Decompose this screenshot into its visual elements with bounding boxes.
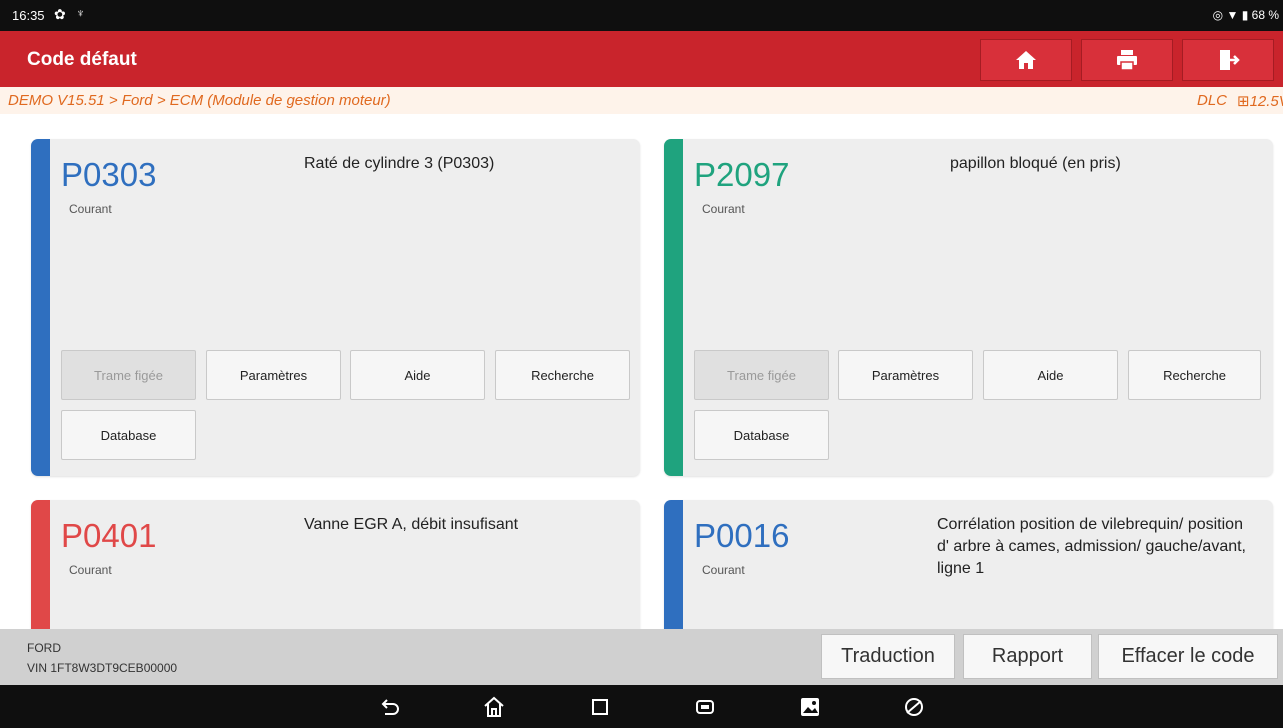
translate-button[interactable]: Traduction xyxy=(821,634,955,679)
dtc-code: P0303 xyxy=(61,156,157,193)
voltage-value: 12.5V xyxy=(1249,93,1283,110)
battery-icon: ▮ xyxy=(1241,8,1249,22)
clock: 16:35 xyxy=(12,8,45,23)
home-nav-button[interactable] xyxy=(482,695,506,719)
title-bar: Code défaut xyxy=(0,31,1283,87)
parameters-button[interactable]: Paramètres xyxy=(206,350,341,400)
help-button[interactable]: Aide xyxy=(350,350,485,400)
dtc-description: Vanne EGR A, débit insufisant xyxy=(304,516,519,533)
voltage-readout: ⊞12.5V xyxy=(1237,92,1283,110)
freeze-frame-button[interactable]: Trame figée xyxy=(694,350,829,400)
card-color-bar xyxy=(664,139,683,476)
home-outline-icon xyxy=(484,696,504,717)
help-button[interactable]: Aide xyxy=(983,350,1118,400)
home-icon xyxy=(1016,51,1036,69)
dtc-status: Courant xyxy=(702,202,745,216)
page-title: Code défaut xyxy=(27,49,137,70)
home-button[interactable] xyxy=(980,39,1072,81)
dtc-code: P2097 xyxy=(694,156,790,193)
exit-icon xyxy=(1220,50,1240,70)
image-icon xyxy=(801,698,819,716)
print-button[interactable] xyxy=(1081,39,1173,81)
status-bar: 16:35 ✿ ♆ ◎ ▼ ▮ 68 % xyxy=(0,0,1283,31)
freeze-frame-button[interactable]: Trame figée xyxy=(61,350,196,400)
status-right: ◎ ▼ ▮ 68 % xyxy=(1213,8,1279,22)
back-icon xyxy=(381,699,399,715)
printer-icon xyxy=(1117,50,1137,71)
dtc-status: Courant xyxy=(702,563,745,577)
stethoscope-icon: ♆ xyxy=(76,6,85,20)
dtc-card: P0303 Courant Raté de cylindre 3 (P0303)… xyxy=(31,139,640,476)
dtc-description: Corrélation position de vilebrequin/ pos… xyxy=(937,516,1246,577)
battery-level: 68 % xyxy=(1251,8,1279,22)
footer-bar: FORD VIN 1FT8W3DT9CEB00000 Traduction Ra… xyxy=(0,629,1283,685)
wifi-icon: ▼ xyxy=(1226,8,1239,22)
dtc-code: P0401 xyxy=(61,517,157,554)
breadcrumb-bar: DEMO V15.51 > Ford > ECM (Module de gest… xyxy=(0,87,1283,114)
vehicle-vin: VIN 1FT8W3DT9CEB00000 xyxy=(27,661,178,675)
dtc-description: papillon bloqué (en pris) xyxy=(950,155,1121,172)
database-button[interactable]: Database xyxy=(61,410,196,460)
square-icon xyxy=(592,699,608,715)
dtc-card: P2097 Courant papillon bloqué (en pris) … xyxy=(664,139,1273,476)
screenshot-button[interactable] xyxy=(798,695,822,719)
dtc-status: Courant xyxy=(69,202,112,216)
parameters-button[interactable]: Paramètres xyxy=(838,350,973,400)
browser-icon xyxy=(905,698,923,716)
search-button[interactable]: Recherche xyxy=(1128,350,1261,400)
dtc-description: Raté de cylindre 3 (P0303) xyxy=(304,155,495,172)
card-color-bar xyxy=(31,139,50,476)
vehicle-brand: FORD xyxy=(27,641,61,655)
report-button[interactable]: Rapport xyxy=(963,634,1092,679)
recents-button[interactable] xyxy=(588,695,612,719)
vci-button[interactable] xyxy=(693,695,717,719)
breadcrumb: DEMO V15.51 > Ford > ECM (Module de gest… xyxy=(8,92,391,109)
back-button[interactable] xyxy=(378,695,402,719)
search-button[interactable]: Recherche xyxy=(495,350,630,400)
connection-label: DLC xyxy=(1197,92,1228,109)
dtc-code: P0016 xyxy=(694,517,790,554)
dtc-status: Courant xyxy=(69,563,112,577)
browser-button[interactable] xyxy=(902,695,926,719)
location-icon: ◎ xyxy=(1212,8,1224,22)
clear-code-button[interactable]: Effacer le code xyxy=(1098,634,1278,679)
database-button[interactable]: Database xyxy=(694,410,829,460)
battery-voltage-icon: ⊞ xyxy=(1237,93,1250,110)
exit-button[interactable] xyxy=(1182,39,1274,81)
navigation-bar xyxy=(0,685,1283,728)
vci-icon xyxy=(696,700,714,714)
settings-gear-icon: ✿ xyxy=(54,6,66,22)
